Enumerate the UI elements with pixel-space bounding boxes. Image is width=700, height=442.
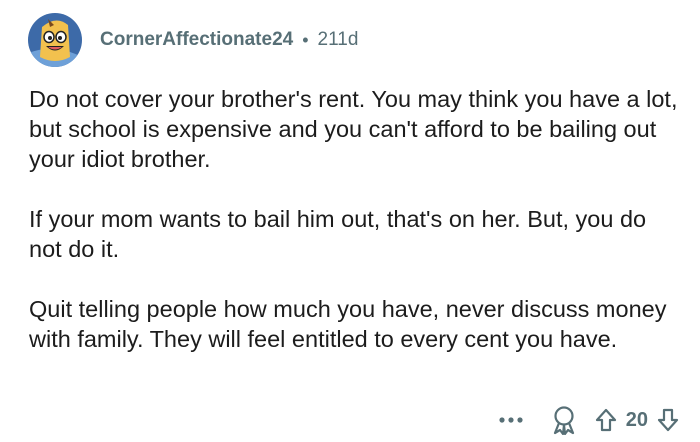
downvote-arrow-icon xyxy=(657,408,679,432)
upvote-arrow-icon xyxy=(595,408,616,432)
comment-paragraph: Do not cover your brother's rent. You ma… xyxy=(29,86,678,172)
meta-separator: • xyxy=(302,29,309,50)
comment-header: CornerAffectionate24 • 211d xyxy=(28,12,358,68)
upvote-button[interactable] xyxy=(592,408,620,432)
more-options-button[interactable] xyxy=(496,416,526,424)
comment-age: 211d xyxy=(317,29,359,50)
award-button[interactable] xyxy=(546,405,582,435)
downvote-button[interactable] xyxy=(654,408,682,432)
comment-paragraph: Quit telling people how much you have, n… xyxy=(29,296,667,352)
vote-score: 20 xyxy=(625,408,648,431)
avatar-image xyxy=(28,13,82,67)
avatar[interactable] xyxy=(28,13,82,67)
comment-body: Do not cover your brother's rent. You ma… xyxy=(29,84,679,354)
award-icon xyxy=(553,406,574,435)
author-line: CornerAffectionate24 • 211d xyxy=(100,29,358,51)
comment-actions: 20 xyxy=(496,402,682,438)
comment: CornerAffectionate24 • 211d Do not cover… xyxy=(0,0,700,442)
more-options-icon xyxy=(499,417,523,423)
comment-paragraph: If your mom wants to bail him out, that'… xyxy=(29,206,647,262)
username-link[interactable]: CornerAffectionate24 xyxy=(100,29,293,51)
